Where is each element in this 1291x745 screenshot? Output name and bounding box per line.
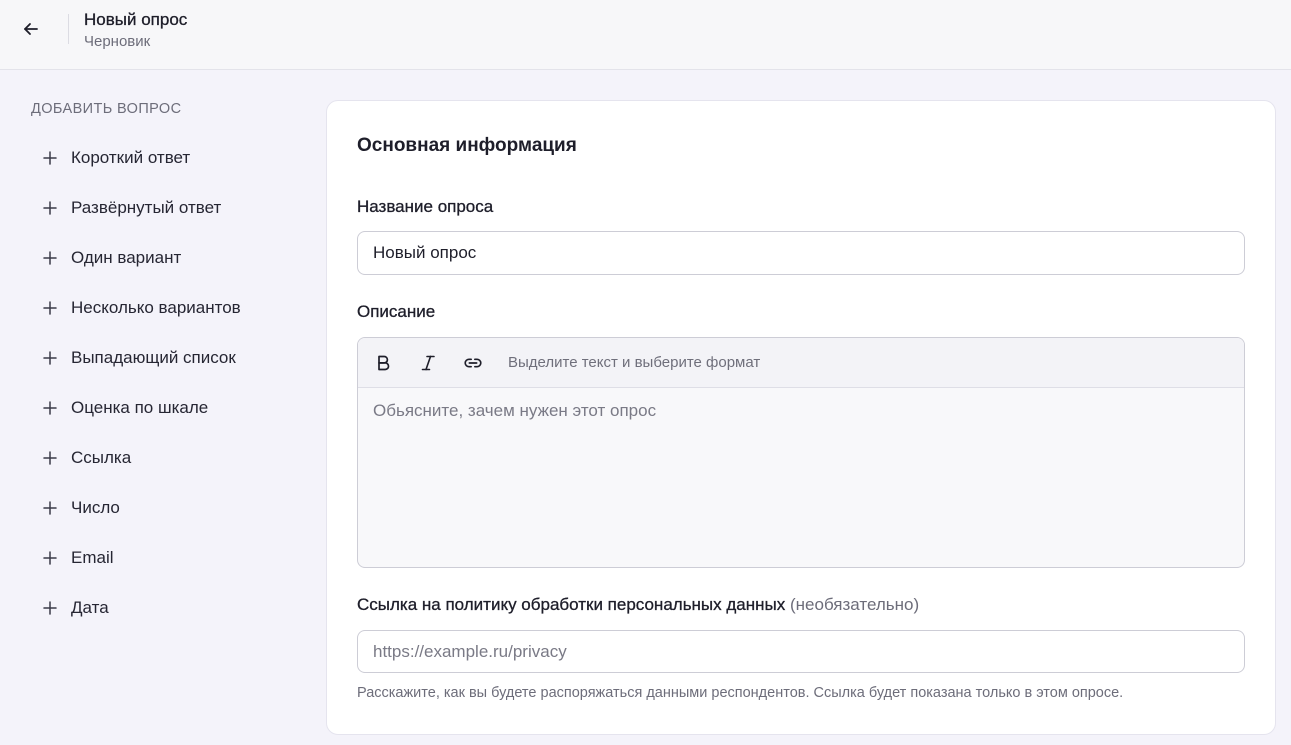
- arrow-left-icon: [24, 23, 38, 35]
- plus-icon: [40, 598, 60, 618]
- sidebar-item-email[interactable]: Email: [31, 533, 326, 583]
- plus-icon: [40, 298, 60, 318]
- status-subtitle: Черновик: [84, 33, 151, 50]
- sidebar-item-link[interactable]: Ссылка: [31, 433, 326, 483]
- page-layout: ДОБАВИТЬ ВОПРОС Короткий ответ Развёрнут…: [0, 70, 1291, 745]
- description-label: Описание: [357, 302, 436, 321]
- plus-icon: [40, 548, 60, 568]
- description-editor: Выделите текст и выберите формат: [357, 337, 1245, 568]
- sidebar-item-label: Один вариант: [71, 248, 182, 267]
- sidebar-item-date[interactable]: Дата: [31, 583, 326, 633]
- sidebar-heading: ДОБАВИТЬ ВОПРОС: [31, 101, 182, 117]
- sidebar-item-label: Развёрнутый ответ: [71, 198, 222, 217]
- header-titles: Новый опрос Черновик: [84, 8, 188, 52]
- bold-icon: [378, 355, 390, 370]
- sidebar-item-dropdown[interactable]: Выпадающий список: [31, 333, 326, 383]
- top-bar: Новый опрос Черновик: [0, 0, 1291, 70]
- sidebar-item-multiple-choice[interactable]: Несколько вариантов: [31, 283, 326, 333]
- plus-icon: [40, 198, 60, 218]
- survey-title-label: Название опроса: [357, 197, 494, 216]
- toolbar-hint: Выделите текст и выберите формат: [508, 353, 761, 371]
- add-question-sidebar: ДОБАВИТЬ ВОПРОС Короткий ответ Развёрнут…: [0, 70, 326, 745]
- sidebar-item-label: Число: [71, 498, 120, 517]
- privacy-policy-label-text: Ссылка на политику обработки персональны…: [357, 595, 786, 614]
- plus-icon: [40, 148, 60, 168]
- plus-icon: [40, 448, 60, 468]
- sidebar-item-label: Оценка по шкале: [71, 398, 209, 417]
- sidebar-item-label: Выпадающий список: [71, 348, 236, 367]
- description-textarea[interactable]: [358, 388, 1244, 567]
- privacy-policy-label: Ссылка на политику обработки персональны…: [357, 594, 1245, 616]
- bold-button[interactable]: [369, 349, 397, 377]
- optional-note: (необязательно): [789, 595, 920, 614]
- sidebar-item-label: Ссылка: [71, 448, 132, 467]
- section-title: Основная информация: [357, 135, 577, 156]
- back-button[interactable]: [15, 13, 47, 45]
- basic-info-card: Основная информация Название опроса Опис…: [326, 100, 1276, 735]
- sidebar-item-label: Дата: [71, 598, 109, 617]
- survey-title-input[interactable]: [357, 231, 1245, 275]
- plus-icon: [40, 248, 60, 268]
- sidebar-item-label: Несколько вариантов: [71, 298, 241, 317]
- sidebar-item-single-choice[interactable]: Один вариант: [31, 233, 326, 283]
- sidebar-item-label: Короткий ответ: [71, 148, 191, 167]
- italic-icon: [421, 355, 435, 370]
- sidebar-item-number[interactable]: Число: [31, 483, 326, 533]
- sidebar-item-label: Email: [71, 548, 114, 567]
- plus-icon: [40, 498, 60, 518]
- plus-icon: [40, 348, 60, 368]
- italic-button[interactable]: [414, 349, 442, 377]
- page-title: Новый опрос: [84, 10, 188, 29]
- sidebar-item-scale-rating[interactable]: Оценка по шкале: [31, 383, 326, 433]
- editor-toolbar: Выделите текст и выберите формат: [358, 338, 1244, 388]
- link-button[interactable]: [459, 349, 487, 377]
- header-divider: [68, 14, 69, 44]
- plus-icon: [40, 398, 60, 418]
- sidebar-item-short-answer[interactable]: Короткий ответ: [31, 133, 326, 183]
- sidebar-item-long-answer[interactable]: Развёрнутый ответ: [31, 183, 326, 233]
- privacy-policy-help: Расскажите, как вы будете распоряжаться …: [357, 685, 1124, 701]
- privacy-policy-url-input[interactable]: [357, 630, 1245, 673]
- link-icon: [464, 358, 482, 367]
- main-content: Основная информация Название опроса Опис…: [326, 70, 1276, 745]
